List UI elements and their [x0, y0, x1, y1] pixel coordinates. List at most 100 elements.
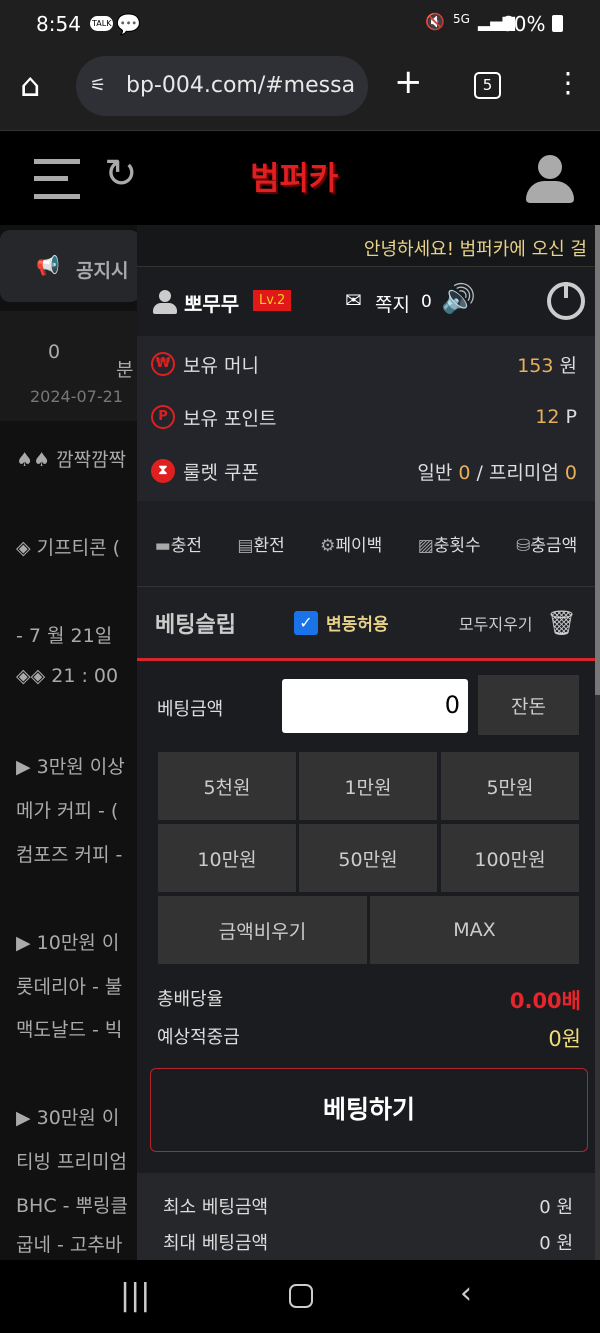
messages-link[interactable]: 쪽지: [375, 290, 410, 317]
deposit-amount-label: 충금액: [530, 536, 578, 556]
point-icon: P: [151, 405, 175, 429]
withdraw-link[interactable]: ▤환전: [237, 531, 284, 556]
coupon-row: ⧗ 룰렛 쿠폰 일반 0 / 프리미엄 0: [151, 456, 577, 486]
notice-tab[interactable]: 📢 공지시: [0, 230, 140, 302]
point-label: 보유 포인트: [183, 407, 277, 430]
total-odds-value: 0.00배: [509, 989, 581, 1013]
notice-line: 메가 커피 - (: [16, 800, 119, 822]
back-icon[interactable]: ‹: [460, 1276, 472, 1311]
clear-amount-button[interactable]: 금액비우기: [158, 896, 367, 964]
url-field[interactable]: ⚟ bp-004.com/#messa: [76, 56, 368, 116]
notice-tab-label: 공지시: [76, 260, 129, 282]
min-bet-label: 최소 베팅금액: [163, 1197, 269, 1218]
drawer-scrollbar[interactable]: [595, 225, 600, 1260]
balance-button[interactable]: 잔돈: [478, 675, 579, 735]
chip-500k[interactable]: 50만원: [299, 824, 437, 892]
chart-icon: ▨: [417, 536, 434, 556]
amount-input[interactable]: 0: [282, 679, 468, 733]
notice-line: ▶ 3만원 이상: [16, 756, 125, 778]
betslip-title: 베팅슬립: [155, 612, 236, 638]
chip-50k[interactable]: 5만원: [441, 752, 579, 820]
chat-icon: 💬: [116, 12, 141, 36]
cash-icon: ⚙: [320, 536, 336, 556]
expected-win-label: 예상적중금: [157, 1027, 240, 1048]
notice-date: 2024-07-21: [30, 387, 123, 406]
recent-apps-icon[interactable]: |||: [120, 1278, 150, 1313]
clock: 8:54: [36, 12, 81, 36]
hamburger-icon[interactable]: [34, 159, 80, 199]
clear-all-button[interactable]: 모두지우기: [459, 611, 533, 635]
tab-count-button[interactable]: 5: [474, 72, 501, 99]
menu-icon[interactable]: ⋮: [554, 66, 582, 99]
site-header: ↻ 범퍼카: [0, 130, 600, 225]
money-label: 보유 머니: [183, 354, 259, 377]
site-logo[interactable]: 범퍼카: [250, 153, 338, 199]
notice-sub: 분: [116, 359, 134, 381]
trash-icon[interactable]: 🗑: [547, 609, 577, 637]
coins-icon: ⛁: [516, 536, 531, 556]
won-icon: ₩: [151, 352, 175, 376]
money-unit: 원: [559, 354, 577, 377]
refresh-icon[interactable]: ↻: [104, 151, 138, 197]
network-icon: 5G: [453, 12, 470, 26]
min-bet-row: 최소 베팅금액 0 원: [163, 1193, 573, 1219]
wallet-stats: ₩ 보유 머니 153 원 P 보유 포인트 12 P ⧗ 룰렛 쿠폰 일반 0 / 프리미…: [137, 336, 595, 501]
notice-line: 맥도날드 - 빅: [16, 1019, 123, 1041]
home-nav-icon[interactable]: [289, 1284, 313, 1308]
payback-link[interactable]: ⚙페이백: [320, 531, 382, 556]
roulette-icon: ⧗: [151, 459, 175, 483]
allow-change-label: 변동허용: [325, 615, 389, 635]
bet-limits: 최소 베팅금액 0 원 최대 베팅금액 0 원: [137, 1173, 595, 1260]
site-settings-icon[interactable]: ⚟: [90, 56, 106, 116]
battery-level: 60%: [501, 12, 546, 36]
notice-line: ◈◈ 21 : 00: [16, 665, 119, 687]
deposit-amount-link[interactable]: ⛁충금액: [516, 531, 577, 556]
notice-line: - 7 월 21일: [16, 625, 113, 647]
username: 뽀무무: [184, 292, 240, 316]
kakaotalk-icon: TALK: [90, 16, 114, 31]
deposit-count-link[interactable]: ▨충횟수: [418, 531, 481, 556]
max-bet-value: 0 원: [539, 1233, 573, 1254]
url-text: bp-004.com/#messa: [126, 73, 356, 98]
max-bet-label: 최대 베팅금액: [163, 1233, 269, 1254]
notice-line: 티빙 프리미엄: [16, 1151, 127, 1173]
point-row: P 보유 포인트 12 P: [151, 402, 577, 432]
max-button[interactable]: MAX: [370, 896, 579, 964]
chip-10k[interactable]: 1만원: [299, 752, 437, 820]
home-icon[interactable]: ⌂: [20, 66, 40, 104]
notice-line: BHC - 뿌링클: [16, 1195, 128, 1217]
chip-100k[interactable]: 10만원: [158, 824, 296, 892]
sound-icon[interactable]: 🔊: [441, 282, 476, 315]
chip-1m[interactable]: 100만원: [441, 824, 579, 892]
total-odds-label: 총배당율: [157, 989, 224, 1010]
money-row: ₩ 보유 머니 153 원: [151, 349, 577, 379]
chip-5k[interactable]: 5천원: [158, 752, 296, 820]
quick-menu: ▬충전 ▤환전 ⚙페이백 ▨충횟수 ⛁충금액: [137, 501, 595, 587]
level-badge: Lv.2: [253, 290, 292, 311]
coupon-label: 룰렛 쿠폰: [183, 461, 259, 484]
place-bet-button[interactable]: 베팅하기: [150, 1068, 588, 1152]
allow-change-checkbox[interactable]: ✓: [293, 610, 318, 635]
deposit-label: 충전: [170, 536, 203, 556]
coupon-premium-label: 프리미엄: [488, 461, 559, 484]
message-icon[interactable]: ✉: [345, 288, 362, 312]
deposit-link[interactable]: ▬충전: [155, 531, 202, 556]
user-icon[interactable]: [526, 155, 574, 203]
notice-line: ▶ 30만원 이: [16, 1107, 120, 1129]
withdraw-label: 환전: [253, 536, 285, 556]
greeting-marquee: 안녕하세요! 범퍼카에 오신 걸: [137, 225, 595, 267]
logout-power-icon[interactable]: [547, 282, 585, 320]
status-bar: 8:54 TALK 💬 🔇 5G ▂▄▆ 60%: [0, 0, 600, 48]
user-drawer: 안녕하세요! 범퍼카에 오신 걸 뽀무무 Lv.2 ✉ 쪽지 0 🔊 ₩ 보유 머…: [137, 225, 595, 1260]
user-row: 뽀무무 Lv.2 ✉ 쪽지 0 🔊: [137, 268, 595, 336]
megaphone-icon: 📢: [36, 255, 60, 277]
new-tab-icon[interactable]: +: [394, 62, 423, 102]
card-icon: ▬: [154, 536, 171, 556]
coupon-normal: 0: [458, 461, 471, 484]
android-nav-bar: ||| ‹: [0, 1260, 600, 1333]
notice-row[interactable]: 0 분 2024-07-21: [0, 311, 140, 421]
point-value: 12: [535, 406, 560, 428]
expected-win-value: 0원: [548, 1027, 581, 1051]
point-unit: P: [565, 406, 577, 428]
notice-line: ▶ 10만원 이: [16, 932, 120, 954]
